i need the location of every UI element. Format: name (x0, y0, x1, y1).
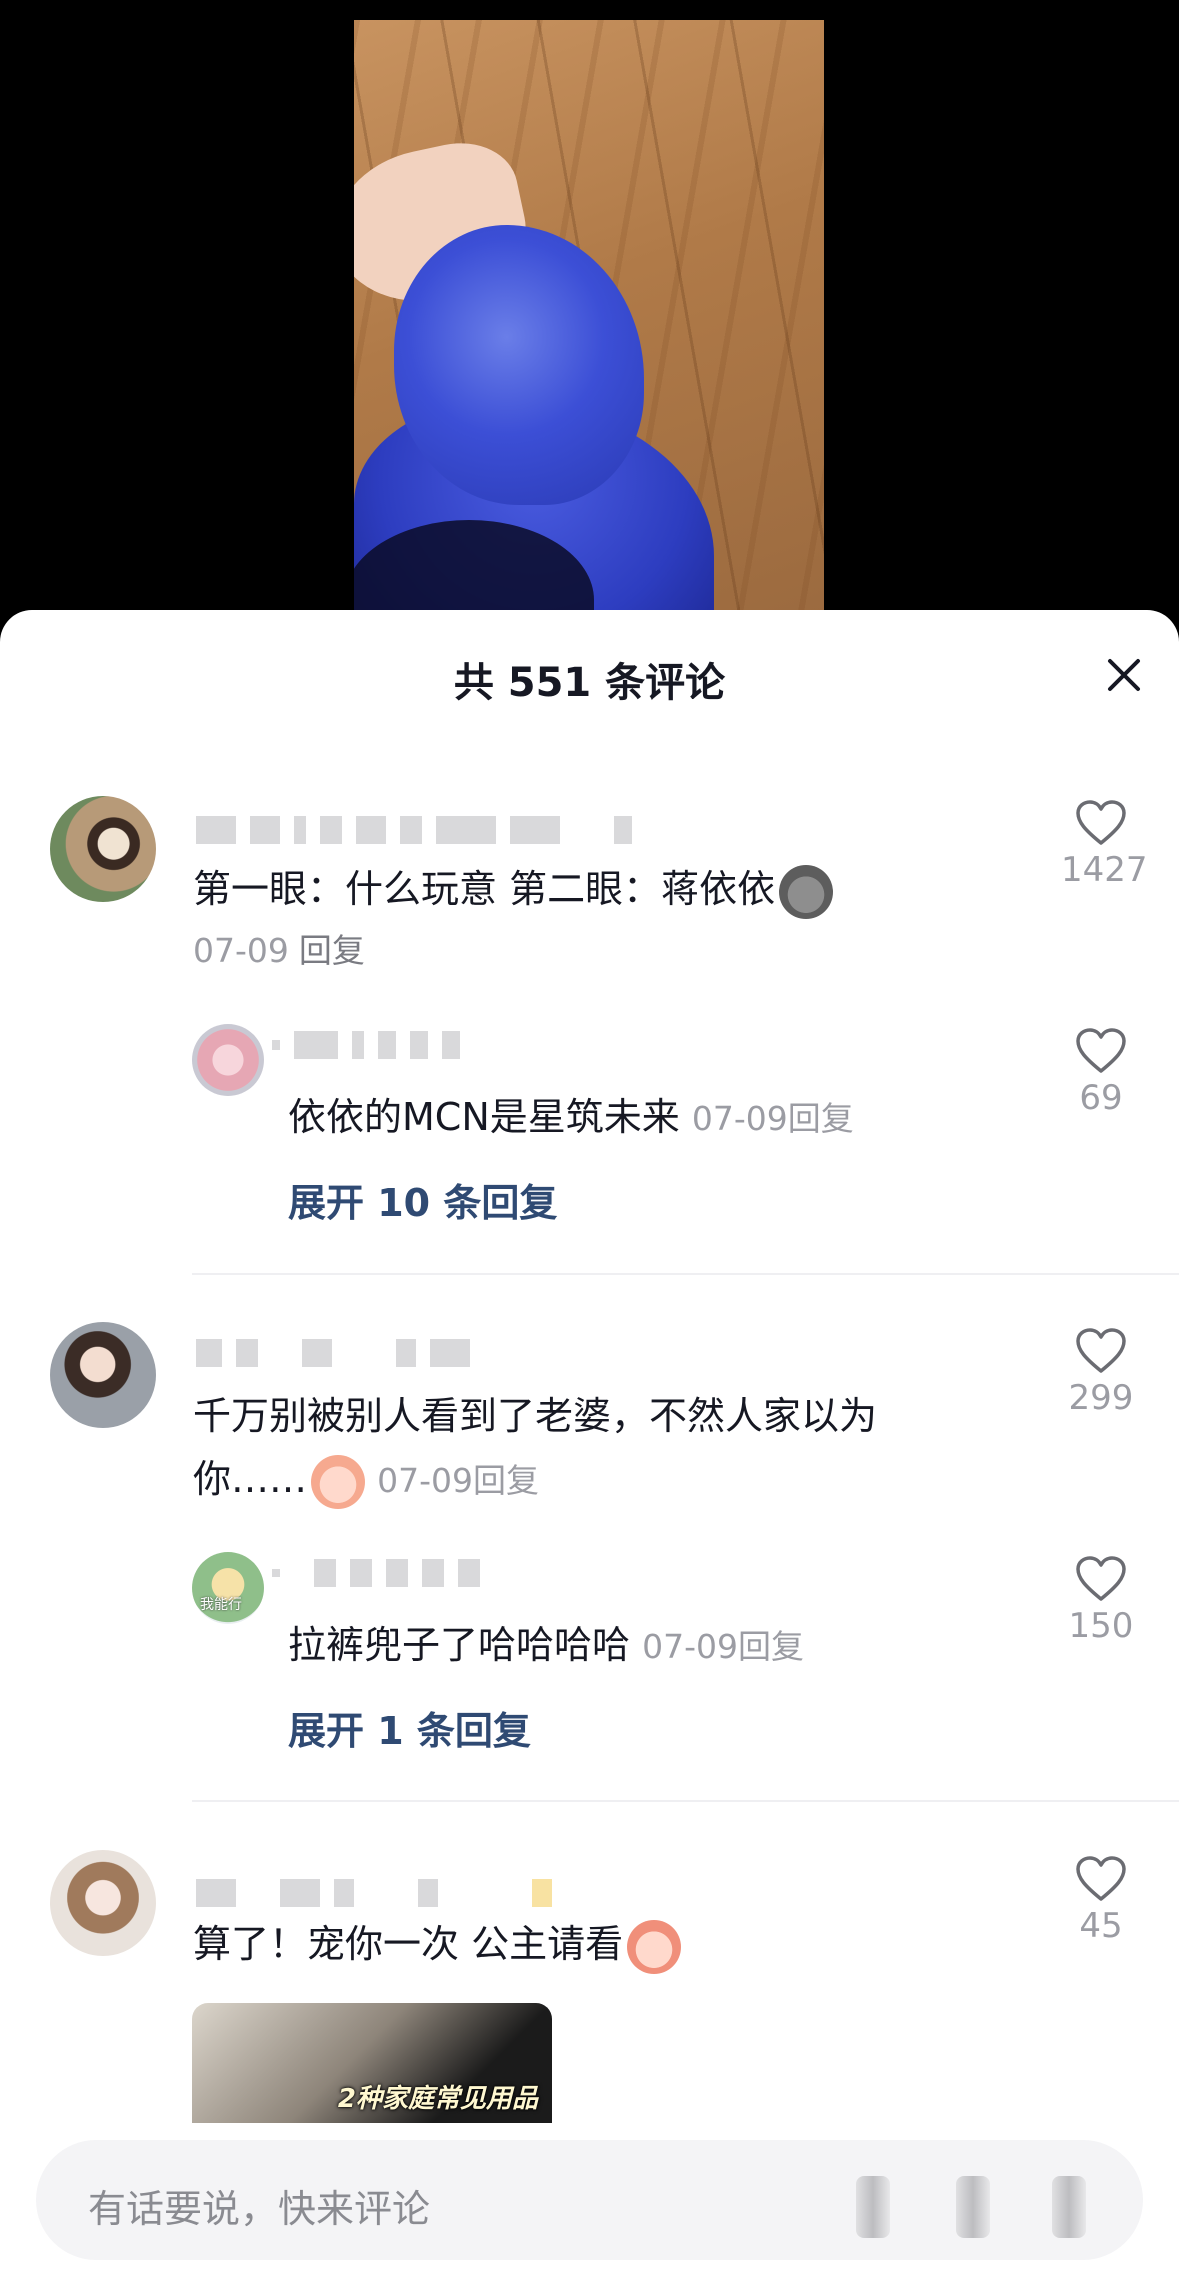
comment-text: 千万别被别人看到了老婆，不然人家以为 (193, 1387, 877, 1445)
divider (192, 1273, 1179, 1275)
like-count: 45 (1079, 1906, 1123, 1946)
avatar[interactable] (50, 796, 156, 902)
mention-icon[interactable] (856, 2176, 890, 2238)
expand-replies-button[interactable]: 展开 1 条回复 (288, 1700, 531, 1755)
image-icon[interactable] (956, 2176, 990, 2238)
avatar[interactable] (50, 1322, 156, 1428)
comment-video-thumbnail[interactable]: 2种家庭常见用品 (192, 2003, 552, 2123)
reply-text-content: 依依的MCN是星筑未来 (288, 1095, 680, 1139)
username-redacted[interactable] (196, 1878, 552, 1908)
comment-sheet: 共 551 条评论 第一眼：什么玩意 第二眼：蒋依依 07-09 回复 1427… (0, 610, 1179, 2283)
like-button[interactable]: 299 (1061, 1328, 1141, 1418)
reply-text: 依依的MCN是星筑未来 07-09回复 (288, 1088, 854, 1148)
reply-button[interactable]: 回复 (738, 1627, 804, 1666)
comment-input[interactable]: 有话要说，快来评论 (36, 2140, 1143, 2260)
avatar[interactable] (192, 1024, 264, 1096)
comment-text-line2: 你…… 07-09回复 (193, 1450, 539, 1510)
comment-input-bar: 有话要说，快来评论 (0, 2130, 1179, 2283)
comment-count-title: 共 551 条评论 (453, 660, 726, 706)
comment-date: 07-09 (193, 931, 289, 970)
screen: 共 551 条评论 第一眼：什么玩意 第二眼：蒋依依 07-09 回复 1427… (0, 0, 1179, 2283)
avatar[interactable] (50, 1850, 156, 1956)
like-count: 69 (1079, 1078, 1123, 1118)
video-player[interactable] (354, 20, 824, 625)
username-redacted[interactable] (272, 1558, 480, 1588)
reply-date: 07-09 (691, 1099, 788, 1138)
reply-text-content: 拉裤兜子了哈哈哈哈 (288, 1623, 631, 1667)
avatar-caption: 我能行 (200, 1597, 242, 1613)
like-button[interactable]: 150 (1061, 1556, 1141, 1646)
emoji-sticker-icon (627, 1919, 682, 1974)
emoji-icon[interactable] (1052, 2176, 1086, 2238)
heart-outline-icon (1076, 1028, 1126, 1073)
emoji-sticker-icon (311, 1454, 366, 1509)
expand-replies-button[interactable]: 展开 10 条回复 (288, 1172, 557, 1227)
avatar[interactable]: 我能行 (192, 1552, 264, 1624)
comment-text-content: 算了！宠你一次 公主请看 (193, 1922, 624, 1966)
reply-button[interactable]: 回复 (788, 1099, 854, 1138)
username-redacted[interactable] (196, 1338, 470, 1368)
username-redacted[interactable] (196, 815, 632, 845)
like-button[interactable]: 69 (1061, 1028, 1141, 1118)
comment-date: 07-09 (377, 1461, 473, 1500)
reply-button[interactable]: 回复 (473, 1461, 539, 1500)
heart-outline-icon (1076, 1856, 1126, 1901)
comment-text: 算了！宠你一次 公主请看 (193, 1915, 682, 1974)
like-button[interactable]: 45 (1061, 1856, 1141, 1946)
comment-text-content: 第一眼：什么玩意 第二眼：蒋依依 (193, 867, 776, 911)
emoji-sticker-icon (779, 864, 834, 919)
reply-date: 07-09 (642, 1627, 738, 1666)
reply-text: 拉裤兜子了哈哈哈哈 07-09回复 (288, 1616, 804, 1676)
comment-meta: 07-09 回复 (193, 922, 365, 980)
like-button[interactable]: 1427 (1061, 800, 1148, 890)
like-count: 1427 (1061, 850, 1148, 890)
heart-outline-icon (1076, 800, 1126, 845)
heart-outline-icon (1076, 1556, 1126, 1601)
username-redacted[interactable] (272, 1030, 460, 1060)
comment-text-content: 千万别被别人看到了老婆，不然人家以为 (193, 1394, 878, 1438)
close-button[interactable] (1099, 650, 1149, 700)
divider (192, 1800, 1179, 1802)
thumbnail-caption: 2种家庭常见用品 (337, 2084, 538, 2114)
heart-outline-icon (1076, 1328, 1126, 1373)
comment-input-placeholder: 有话要说，快来评论 (88, 2187, 431, 2231)
close-icon (1108, 659, 1140, 691)
reply-button[interactable]: 回复 (299, 931, 365, 970)
like-count: 299 (1068, 1378, 1134, 1418)
comment-text: 第一眼：什么玩意 第二眼：蒋依依 (193, 860, 834, 919)
comment-text-content: 你…… (193, 1457, 308, 1501)
like-count: 150 (1068, 1606, 1134, 1646)
